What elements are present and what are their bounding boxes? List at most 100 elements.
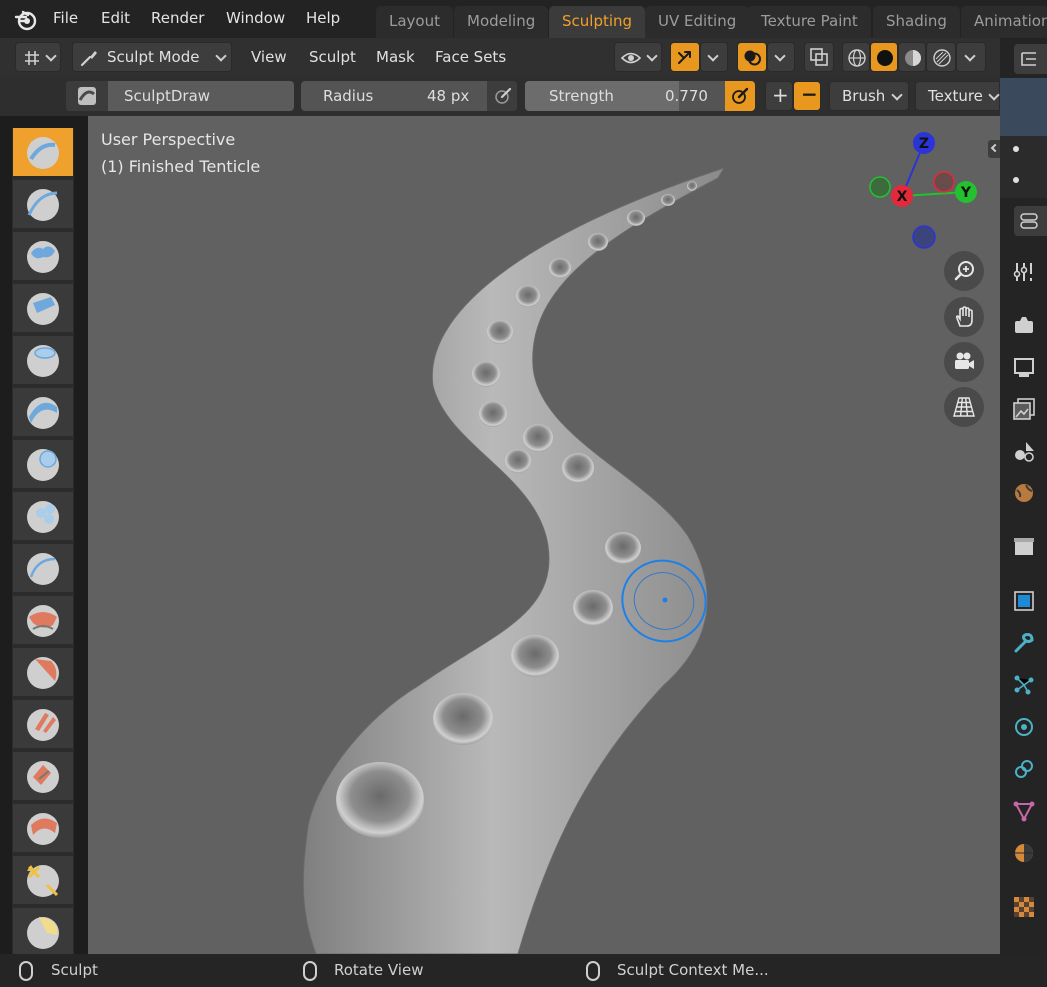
tool-properties-icon[interactable] xyxy=(1012,260,1036,284)
tab-layout[interactable]: Layout xyxy=(376,6,453,38)
tool-blob[interactable] xyxy=(13,440,73,490)
particles-properties-icon[interactable] xyxy=(1012,673,1036,697)
tool-smooth[interactable] xyxy=(13,544,73,594)
draw-sharp-brush-icon xyxy=(27,189,59,221)
menu-face-sets[interactable]: Face Sets xyxy=(435,48,506,66)
sculpt-toolbar xyxy=(12,128,74,958)
axis-neg-x-handle[interactable] xyxy=(933,171,955,193)
tool-scrape[interactable] xyxy=(13,700,73,750)
tab-sculpting[interactable]: Sculpting xyxy=(549,6,646,38)
render-properties-icon[interactable] xyxy=(1012,313,1036,337)
xray-toggle-button[interactable] xyxy=(804,42,834,72)
physics-properties-icon[interactable] xyxy=(1012,715,1036,739)
overlays-dropdown[interactable] xyxy=(767,42,795,72)
gizmo-dropdown[interactable] xyxy=(700,42,728,72)
status-middle-hint: Rotate View xyxy=(334,961,424,979)
tool-crease[interactable] xyxy=(13,492,73,542)
shading-solid-button[interactable] xyxy=(870,42,898,72)
tool-draw-sharp[interactable] xyxy=(13,180,73,230)
sidebar-toggle[interactable] xyxy=(988,140,1000,158)
collection-properties-icon[interactable] xyxy=(1012,535,1036,559)
constraint-properties-icon[interactable] xyxy=(1012,757,1036,781)
material-properties-icon[interactable] xyxy=(1012,841,1036,865)
axis-neg-z-handle[interactable] xyxy=(912,225,936,249)
brush-thumbnail[interactable] xyxy=(66,81,108,111)
editor-type-button[interactable] xyxy=(15,42,61,72)
radius-field[interactable]: Radius 48 px xyxy=(301,81,517,111)
data-properties-icon[interactable] xyxy=(1012,799,1036,823)
outliner-editor-type-button[interactable] xyxy=(1014,44,1047,74)
axis-z-label: Z xyxy=(919,136,929,152)
world-properties-icon[interactable] xyxy=(1012,481,1036,505)
properties-editor-type-button[interactable] xyxy=(1014,206,1047,236)
brush-selector[interactable]: SculptDraw xyxy=(66,81,294,111)
camera-view-button[interactable] xyxy=(944,342,984,382)
strength-pressure-toggle[interactable] xyxy=(725,81,755,111)
perspective-toggle-button[interactable] xyxy=(944,387,984,427)
shading-dropdown[interactable] xyxy=(956,42,986,72)
view-perspective-label: User Perspective xyxy=(101,130,236,149)
texture-properties-icon[interactable] xyxy=(1012,895,1036,919)
tab-animation[interactable]: Animation xyxy=(961,6,1047,38)
menu-render[interactable]: Render xyxy=(151,9,204,27)
output-properties-icon[interactable] xyxy=(1012,355,1036,379)
chevron-down-icon xyxy=(646,50,658,62)
pen-pressure-icon xyxy=(732,87,749,104)
navigation-gizmo[interactable]: Z Y X xyxy=(864,130,984,250)
radius-pressure-toggle[interactable] xyxy=(487,81,517,111)
tool-clay[interactable] xyxy=(13,232,73,282)
shading-material-button[interactable] xyxy=(898,42,926,72)
top-menu-bar: File Edit Render Window Help Layout Mode… xyxy=(0,0,1047,40)
tab-shading[interactable]: Shading xyxy=(873,6,960,38)
tool-clay-strips[interactable] xyxy=(13,284,73,334)
blob-brush-icon xyxy=(27,449,59,481)
tool-flatten[interactable] xyxy=(13,596,73,646)
shading-rendered-button[interactable] xyxy=(926,42,956,72)
mode-select[interactable]: Sculpt Mode xyxy=(72,42,232,72)
tool-fill[interactable] xyxy=(13,648,73,698)
outliner-dot[interactable] xyxy=(1013,146,1019,152)
outliner-dot[interactable] xyxy=(1013,177,1019,183)
blender-logo-icon[interactable] xyxy=(14,8,38,32)
texture-menu[interactable]: Texture xyxy=(915,81,1000,111)
visibility-button[interactable] xyxy=(614,42,662,72)
brush-menu-label: Brush xyxy=(842,87,886,105)
tool-snake-hook[interactable] xyxy=(13,908,73,958)
tab-texture-paint[interactable]: Texture Paint xyxy=(748,6,871,38)
menu-view[interactable]: View xyxy=(251,48,287,66)
tool-grab[interactable] xyxy=(13,856,73,906)
tab-uv-editing[interactable]: UV Editing xyxy=(645,6,750,38)
brush-name[interactable]: SculptDraw xyxy=(124,87,210,105)
properties-icon xyxy=(1020,213,1038,229)
wireframe-sphere-icon xyxy=(848,49,866,67)
tool-draw[interactable] xyxy=(13,128,73,178)
menu-window[interactable]: Window xyxy=(226,9,285,27)
shading-wireframe-button[interactable] xyxy=(842,42,870,72)
overlays-toggle-button[interactable] xyxy=(737,42,767,72)
brush-menu[interactable]: Brush xyxy=(829,81,909,111)
tab-modeling[interactable]: Modeling xyxy=(454,6,549,38)
tool-multiplane-scrape[interactable] xyxy=(13,752,73,802)
menu-file[interactable]: File xyxy=(53,9,78,27)
modifier-properties-icon[interactable] xyxy=(1012,631,1036,655)
strength-value: 0.770 xyxy=(665,87,708,105)
menu-help[interactable]: Help xyxy=(306,9,340,27)
outliner-header-row[interactable] xyxy=(1000,78,1047,136)
view-layer-properties-icon[interactable] xyxy=(1012,397,1036,421)
tool-inflate[interactable] xyxy=(13,388,73,438)
3d-viewport[interactable]: User Perspective (1) Finished Tenticle Z… xyxy=(88,116,1000,954)
direction-add-button[interactable]: + xyxy=(765,81,793,111)
tool-pinch[interactable] xyxy=(13,804,73,854)
menu-sculpt[interactable]: Sculpt xyxy=(309,48,356,66)
gizmo-toggle-button[interactable] xyxy=(670,42,700,72)
pan-button[interactable] xyxy=(944,297,984,337)
strength-field[interactable]: Strength 0.770 xyxy=(525,81,755,111)
menu-edit[interactable]: Edit xyxy=(101,9,130,27)
menu-mask[interactable]: Mask xyxy=(376,48,415,66)
tool-layer[interactable] xyxy=(13,336,73,386)
direction-subtract-button[interactable]: − xyxy=(793,81,821,111)
scene-properties-icon[interactable] xyxy=(1012,439,1036,463)
object-properties-icon[interactable] xyxy=(1012,589,1036,613)
zoom-button[interactable] xyxy=(944,251,984,291)
axis-neg-y-handle[interactable] xyxy=(869,176,891,198)
